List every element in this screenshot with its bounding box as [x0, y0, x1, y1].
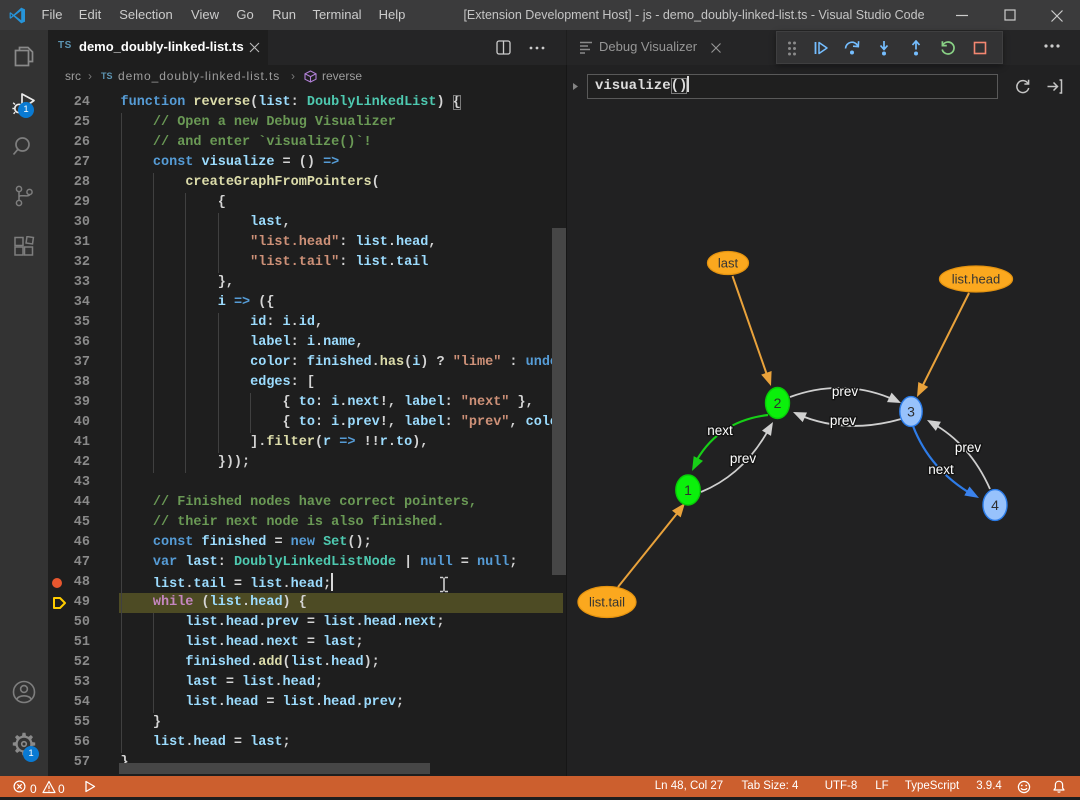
svg-text:2: 2	[774, 395, 782, 411]
svg-text:prev: prev	[730, 451, 757, 466]
svg-text:3: 3	[907, 404, 915, 420]
svg-text:4: 4	[991, 497, 999, 513]
svg-text:next: next	[928, 462, 954, 477]
svg-text:1: 1	[684, 482, 692, 498]
svg-text:prev: prev	[830, 413, 857, 428]
svg-text:prev: prev	[955, 440, 982, 455]
svg-text:next: next	[707, 423, 733, 438]
svg-text:last: last	[718, 256, 739, 271]
svg-text:prev: prev	[832, 384, 859, 399]
svg-text:list.tail: list.tail	[589, 595, 625, 610]
svg-text:list.head: list.head	[952, 272, 1000, 287]
